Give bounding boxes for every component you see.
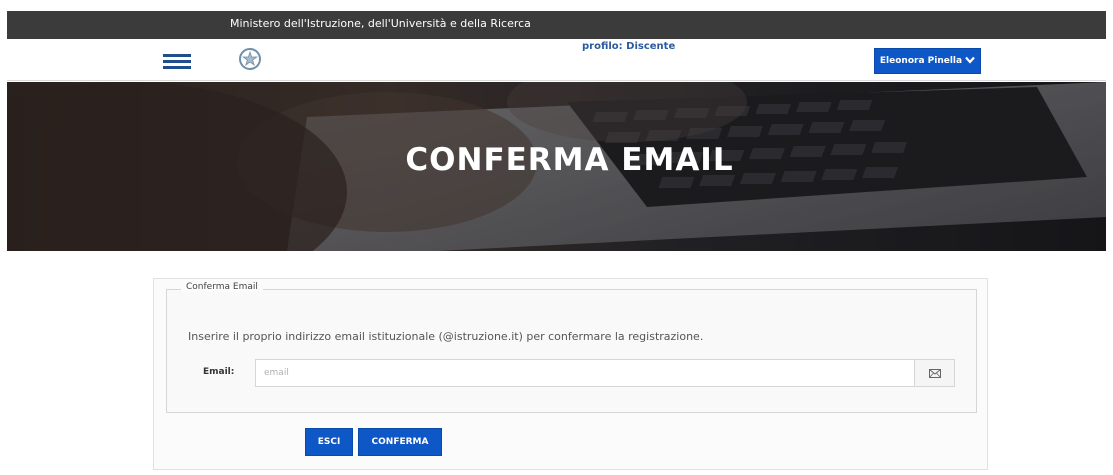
header-navbar: profilo: Discente Eleonora Pinella	[7, 39, 1106, 81]
instruction-text: Inserire il proprio indirizzo email isti…	[188, 330, 704, 343]
italian-republic-emblem-icon	[238, 47, 262, 71]
page-title: CONFERMA EMAIL	[405, 142, 734, 178]
chevron-down-icon	[965, 56, 975, 67]
hamburger-icon[interactable]	[163, 54, 191, 70]
confirm-email-fieldset: Conferma Email Inserire il proprio indir…	[166, 282, 977, 413]
fieldset-legend: Conferma Email	[181, 282, 263, 292]
email-label: Email:	[203, 367, 235, 377]
profile-label: profilo: Discente	[582, 41, 676, 52]
confirm-email-panel: Conferma Email Inserire il proprio indir…	[153, 278, 988, 470]
envelope-icon	[914, 359, 955, 387]
ministry-title: Ministero dell'Istruzione, dell'Universi…	[230, 17, 531, 30]
esci-button[interactable]: ESCI	[305, 428, 353, 456]
email-input[interactable]	[255, 359, 915, 387]
ministry-top-bar: Ministero dell'Istruzione, dell'Universi…	[7, 11, 1106, 39]
user-menu-button[interactable]: Eleonora Pinella	[874, 48, 981, 74]
user-name-label: Eleonora Pinella	[879, 56, 963, 66]
hero-banner: CONFERMA EMAIL	[7, 82, 1106, 251]
conferma-button[interactable]: CONFERMA	[358, 428, 442, 456]
